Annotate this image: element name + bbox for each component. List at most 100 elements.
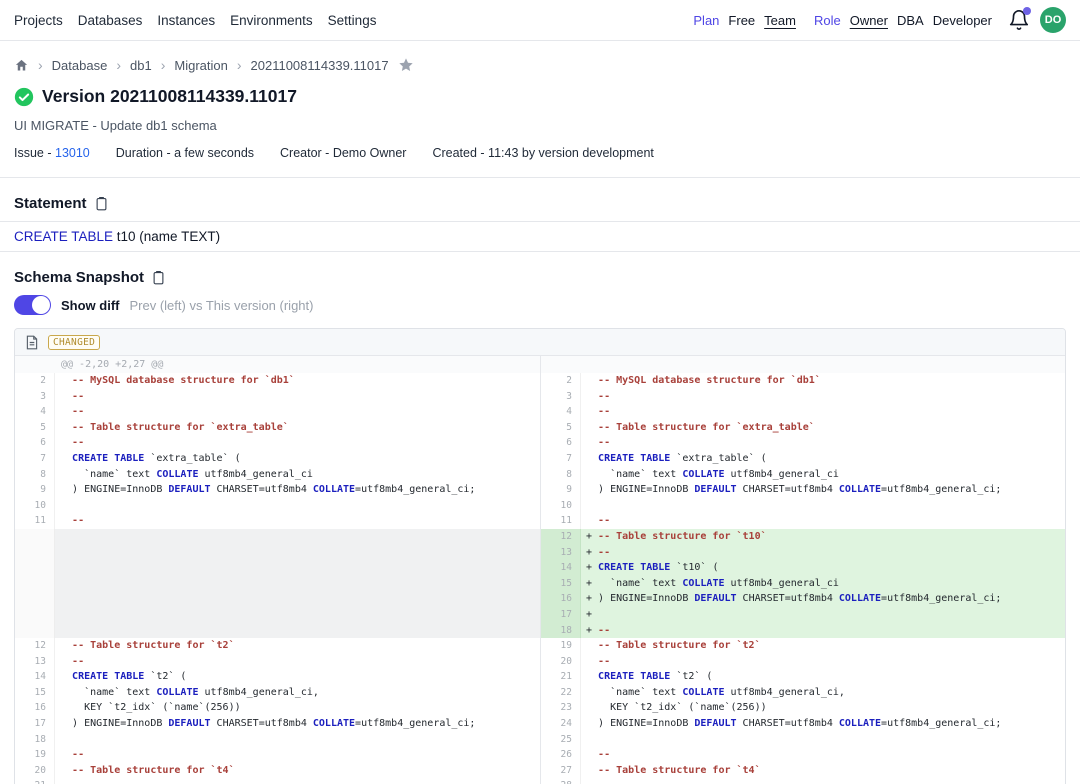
page-title: Version 20211008114339.11017: [42, 86, 297, 107]
migration-subtitle: UI MIGRATE - Update db1 schema: [14, 118, 1066, 133]
code-text: -- Table structure for `extra_table`: [581, 420, 1065, 436]
diff-line-added: 16+ ) ENGINE=InnoDB DEFAULT CHARSET=utf8…: [541, 591, 1065, 607]
copy-snapshot-icon[interactable]: [151, 270, 166, 285]
breadcrumb-db1[interactable]: db1: [130, 58, 152, 73]
plan-free: Free: [728, 13, 755, 28]
code-text: --: [581, 435, 1065, 451]
line-number: [15, 576, 55, 592]
role-owner-link[interactable]: Owner: [850, 13, 888, 28]
nav-item-databases[interactable]: Databases: [78, 13, 143, 28]
role-dba[interactable]: DBA: [897, 13, 924, 28]
diff-line: 16 KEY `t2_idx` (`name`(256)): [15, 700, 540, 716]
code-text: CREATE TABLE `extra_table` (: [55, 451, 540, 467]
diff-line: 7 CREATE TABLE `extra_table` (: [541, 451, 1065, 467]
line-number: 5: [541, 420, 581, 436]
copy-statement-icon[interactable]: [94, 196, 109, 211]
creator-meta: Creator - Demo Owner: [280, 146, 406, 160]
code-text: `name` text COLLATE utf8mb4_general_ci: [581, 467, 1065, 483]
diff-line: 7 CREATE TABLE `extra_table` (: [15, 451, 540, 467]
line-number: 11: [541, 513, 581, 529]
sql-rest: t10 (name TEXT): [113, 229, 220, 244]
line-number: 26: [541, 747, 581, 763]
diff-line-filler: [15, 560, 540, 576]
code-text: -- MySQL database structure for `db1`: [581, 373, 1065, 389]
line-number: [15, 529, 55, 545]
line-number: 23: [541, 700, 581, 716]
breadcrumb-version: 20211008114339.11017: [251, 58, 389, 73]
breadcrumb: › Database › db1 › Migration › 202110081…: [14, 57, 1066, 73]
code-text: + CREATE TABLE `t10` (: [581, 560, 1065, 576]
show-diff-hint: Prev (left) vs This version (right): [130, 298, 314, 313]
nav-item-projects[interactable]: Projects: [14, 13, 63, 28]
code-text: [55, 732, 540, 748]
diff-line: 10: [15, 498, 540, 514]
role-developer[interactable]: Developer: [933, 13, 992, 28]
issue-label: Issue -: [14, 146, 55, 160]
code-text: [581, 498, 1065, 514]
line-number: 27: [541, 763, 581, 779]
diff-line-filler: [15, 607, 540, 623]
diff-line: 12 -- Table structure for `t2`: [15, 638, 540, 654]
code-text: `name` text COLLATE utf8mb4_general_ci,: [55, 685, 540, 701]
show-diff-toggle[interactable]: [14, 295, 51, 315]
code-text: -- Table structure for `t2`: [55, 638, 540, 654]
code-text: KEY `t2_idx` (`name`(256)): [581, 700, 1065, 716]
diff-line: 6 --: [541, 435, 1065, 451]
title-row: Version 20211008114339.11017: [14, 86, 1066, 107]
nav-item-environments[interactable]: Environments: [230, 13, 313, 28]
diff-line: 2 -- MySQL database structure for `db1`: [541, 373, 1065, 389]
diff-line-filler: [15, 576, 540, 592]
code-text: [55, 545, 540, 561]
nav-item-instances[interactable]: Instances: [157, 13, 215, 28]
user-avatar[interactable]: DO: [1040, 7, 1066, 33]
line-number: 18: [541, 623, 581, 639]
diff-line-filler: [15, 529, 540, 545]
toggle-knob: [32, 296, 50, 314]
diff-line: 5 -- Table structure for `extra_table`: [541, 420, 1065, 436]
line-number: 24: [541, 716, 581, 732]
diff-line: 15 `name` text COLLATE utf8mb4_general_c…: [15, 685, 540, 701]
line-number: 14: [15, 669, 55, 685]
issue-link[interactable]: 13010: [55, 146, 90, 160]
line-number: 2: [541, 373, 581, 389]
code-text: `name` text COLLATE utf8mb4_general_ci,: [581, 685, 1065, 701]
diff-line: 17 ) ENGINE=InnoDB DEFAULT CHARSET=utf8m…: [15, 716, 540, 732]
diff-line: 14 CREATE TABLE `t2` (: [15, 669, 540, 685]
diff-line: 8 `name` text COLLATE utf8mb4_general_ci: [15, 467, 540, 483]
diff-line: 9 ) ENGINE=InnoDB DEFAULT CHARSET=utf8mb…: [541, 482, 1065, 498]
line-number: 12: [541, 529, 581, 545]
home-icon[interactable]: [14, 58, 29, 73]
breadcrumb-separator: ›: [237, 57, 242, 73]
line-number: 11: [15, 513, 55, 529]
diff-line-added: 12+ -- Table structure for `t10`: [541, 529, 1065, 545]
diff-left-column: 2 -- MySQL database structure for `db1`3…: [15, 373, 540, 784]
line-number: 13: [541, 545, 581, 561]
sql-keyword: CREATE TABLE: [14, 229, 113, 244]
top-nav: Projects Databases Instances Environment…: [0, 0, 1080, 41]
statement-sql[interactable]: CREATE TABLE t10 (name TEXT): [0, 221, 1080, 252]
line-number: 4: [15, 404, 55, 420]
line-number: 28: [541, 778, 581, 784]
show-diff-row: Show diff Prev (left) vs This version (r…: [14, 295, 1066, 315]
favorite-star-icon[interactable]: [398, 57, 414, 73]
line-number: 3: [15, 389, 55, 405]
code-text: CREATE TABLE `t2` (: [581, 669, 1065, 685]
hunk-text: @@ -2,20 +2,27 @@: [15, 359, 163, 370]
line-number: 8: [541, 467, 581, 483]
code-text: -- Table structure for `t4`: [581, 763, 1065, 779]
breadcrumb-migration[interactable]: Migration: [174, 58, 227, 73]
diff-line: 13 --: [15, 654, 540, 670]
nav-item-settings[interactable]: Settings: [328, 13, 377, 28]
line-number: 10: [541, 498, 581, 514]
notification-bell-button[interactable]: [1008, 9, 1030, 31]
snapshot-title: Schema Snapshot: [14, 269, 144, 286]
breadcrumb-database[interactable]: Database: [52, 58, 108, 73]
code-text: --: [581, 654, 1065, 670]
diff-line-added: 14+ CREATE TABLE `t10` (: [541, 560, 1065, 576]
line-number: 7: [15, 451, 55, 467]
line-number: [15, 545, 55, 561]
line-number: 12: [15, 638, 55, 654]
diff-line: 24 ) ENGINE=InnoDB DEFAULT CHARSET=utf8m…: [541, 716, 1065, 732]
section-divider: [0, 177, 1080, 178]
plan-team-link[interactable]: Team: [764, 13, 796, 28]
